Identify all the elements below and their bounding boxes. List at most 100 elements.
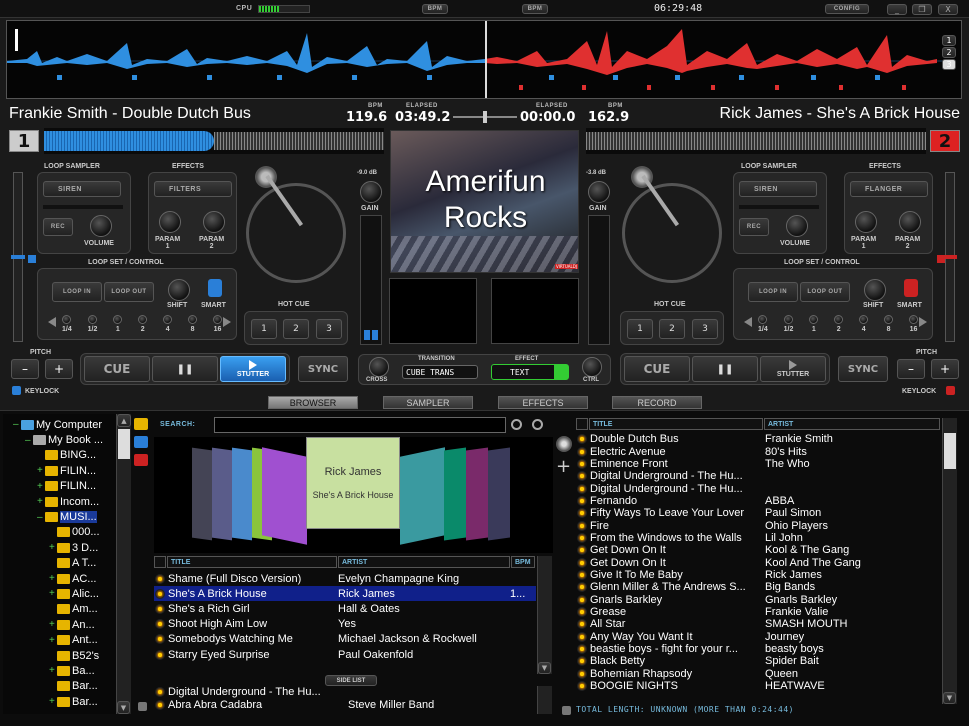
left-sync-button[interactable]: SYNC — [298, 356, 348, 382]
right-pitch-plus[interactable]: + — [931, 359, 959, 379]
right-shift-knob[interactable] — [864, 279, 886, 301]
left-loop-out-button[interactable]: LOOP OUT — [104, 282, 154, 302]
left-pitch-plus[interactable]: + — [45, 359, 73, 379]
list-item[interactable]: Grease Frankie Valie — [576, 606, 942, 618]
crossfader-knob[interactable] — [369, 357, 389, 377]
mid-list-header-title[interactable]: TITLE — [167, 556, 337, 568]
right-deck-waveform[interactable] — [586, 128, 926, 154]
pitch-link-slider[interactable] — [453, 111, 517, 123]
left-param1-knob[interactable] — [159, 211, 181, 233]
right-loop-size-0[interactable]: 1/4 — [758, 315, 768, 339]
mid-list-header-icon[interactable] — [154, 556, 166, 568]
right-loop-size-2[interactable]: 1 — [809, 315, 819, 339]
left-loop-size-6[interactable]: 16 — [213, 315, 222, 339]
list-item[interactable]: Shame (Full Disco Version) Evelyn Champag… — [154, 571, 536, 586]
search-input[interactable] — [214, 417, 506, 433]
right-deck-number[interactable]: 2 — [930, 130, 960, 152]
left-pitch-slider[interactable] — [11, 172, 25, 342]
left-hot-cue-2[interactable]: 2 — [283, 319, 309, 339]
tab-effects[interactable]: EFFECTS — [498, 396, 588, 409]
list-item[interactable]: Fernando ABBA — [576, 495, 942, 507]
left-keylock-icon[interactable] — [12, 386, 21, 395]
maximize-button[interactable]: ❐ — [912, 4, 932, 15]
tree-item[interactable]: B52's — [3, 648, 131, 663]
left-stutter-button[interactable]: STUTTER — [220, 356, 286, 382]
right-hot-cue-1[interactable]: 1 — [627, 319, 653, 339]
list-item[interactable]: From the Windows to the Walls Lil John — [576, 532, 942, 544]
right-loop-size-3[interactable]: 2 — [834, 315, 844, 339]
tree-item[interactable]: 000... — [3, 525, 131, 540]
right-scroll-thumb[interactable] — [944, 433, 956, 469]
right-loop-size-6[interactable]: 16 — [909, 315, 918, 339]
right-loop-prev-icon[interactable] — [744, 317, 752, 327]
mid-scroll-down-icon[interactable]: ▼ — [538, 662, 551, 674]
list-item[interactable]: She's A Brick House Rick James 1... — [154, 586, 536, 602]
side-list-label[interactable]: SIDE LIST — [325, 675, 377, 686]
playlist-icon[interactable] — [556, 436, 572, 452]
list-item[interactable]: Gnarls Barkley Gnarls Barkley — [576, 593, 942, 606]
tree-item[interactable]: + Bar... — [3, 694, 131, 709]
left-pitch-minus[interactable]: – — [11, 359, 39, 379]
left-hot-cue-3[interactable]: 3 — [316, 319, 342, 339]
tree-item[interactable]: + An... — [3, 617, 131, 632]
right-loop-size-1[interactable]: 1/2 — [784, 315, 793, 339]
tree-item[interactable]: – MUSI... — [3, 509, 131, 524]
right-scroll-down-icon[interactable]: ▼ — [943, 692, 956, 704]
tree-scroll-up-icon[interactable]: ▲ — [117, 414, 131, 427]
tree-item[interactable]: BING... — [3, 448, 131, 463]
list-item[interactable]: Give It To Me Baby Rick James — [576, 569, 942, 581]
folder-tree-scrollbar[interactable]: ▲ ▼ — [116, 414, 131, 714]
right-stutter-button[interactable]: STUTTER — [760, 356, 826, 382]
tree-scroll-down-icon[interactable]: ▼ — [117, 701, 130, 714]
tree-item[interactable]: + Ba... — [3, 663, 131, 678]
tree-expand-icon[interactable]: + — [37, 496, 45, 507]
list-item[interactable]: Abra Abra Cadabra Steve Miller Band — [154, 699, 536, 712]
left-loop-size-3[interactable]: 2 — [138, 315, 148, 339]
left-loop-size-4[interactable]: 4 — [163, 315, 173, 339]
tree-expand-icon[interactable]: + — [49, 665, 57, 676]
tree-item[interactable]: + Ant... — [3, 632, 131, 647]
list-item[interactable]: Glenn Miller & The Andrews S... Big Bands — [576, 581, 942, 593]
right-sampler-select[interactable]: SIREN — [739, 181, 817, 197]
add-icon[interactable]: + — [556, 456, 571, 477]
tree-expand-icon[interactable]: – — [25, 435, 33, 446]
left-loop-prev-icon[interactable] — [48, 317, 56, 327]
right-list-header-artist[interactable]: ARTIST — [764, 418, 940, 430]
list-item[interactable]: All Star SMASH MOUTH — [576, 618, 942, 630]
transition-select[interactable]: CUBE TRANS — [402, 365, 478, 379]
left-rec-button[interactable]: REC — [43, 218, 73, 236]
left-gain-knob[interactable] — [360, 181, 382, 203]
left-effect-select[interactable]: FILTERS — [154, 181, 232, 197]
waveform-overview[interactable]: 1 2 3 — [6, 20, 962, 99]
left-smart-lock-icon[interactable] — [208, 279, 222, 297]
tree-item[interactable]: + Incom... — [3, 494, 131, 509]
mid-list-header-bpm[interactable]: BPM — [511, 556, 535, 568]
favorite-folder-add-icon[interactable] — [134, 418, 148, 430]
tree-scroll-thumb[interactable] — [118, 429, 130, 459]
list-item[interactable]: Any Way You Want It Journey — [576, 631, 942, 643]
list-item[interactable]: Shoot High Aim Low Yes — [154, 617, 536, 632]
list-item[interactable]: Digital Underground - The Hu... — [576, 482, 942, 495]
tree-item[interactable]: + FILIN... — [3, 479, 131, 494]
list-item[interactable]: Black Betty Spider Bait — [576, 655, 942, 667]
video-preview[interactable]: Amerifun Rocks VIRTUALDJ — [390, 130, 579, 273]
left-shift-knob[interactable] — [168, 279, 190, 301]
right-list-header-icon[interactable] — [576, 418, 588, 430]
tree-item[interactable]: A T... — [3, 556, 131, 571]
right-list-header-title[interactable]: TITLE — [589, 418, 763, 430]
tree-expand-icon[interactable]: – — [37, 512, 45, 523]
overview-deck-1[interactable]: 1 — [942, 35, 956, 46]
tree-item[interactable]: + FILIN... — [3, 463, 131, 478]
tree-item[interactable]: Bar... — [3, 679, 131, 694]
right-param1-knob[interactable] — [855, 211, 877, 233]
list-item[interactable]: Bohemian Rhapsody Queen — [576, 668, 942, 680]
right-effect-select[interactable]: FLANGER — [850, 181, 928, 197]
right-pitch-slider[interactable] — [943, 172, 957, 342]
right-loop-out-button[interactable]: LOOP OUT — [800, 282, 850, 302]
minimize-button[interactable]: _ — [887, 4, 907, 15]
mid-list-header-artist[interactable]: ARTIST — [338, 556, 510, 568]
list-item[interactable]: Eminence Front The Who — [576, 458, 942, 470]
list-item[interactable]: Digital Underground - The Hu... — [576, 470, 942, 482]
right-loop-size-4[interactable]: 4 — [859, 315, 869, 339]
right-list-scrollbar[interactable]: ▼ — [942, 418, 957, 704]
